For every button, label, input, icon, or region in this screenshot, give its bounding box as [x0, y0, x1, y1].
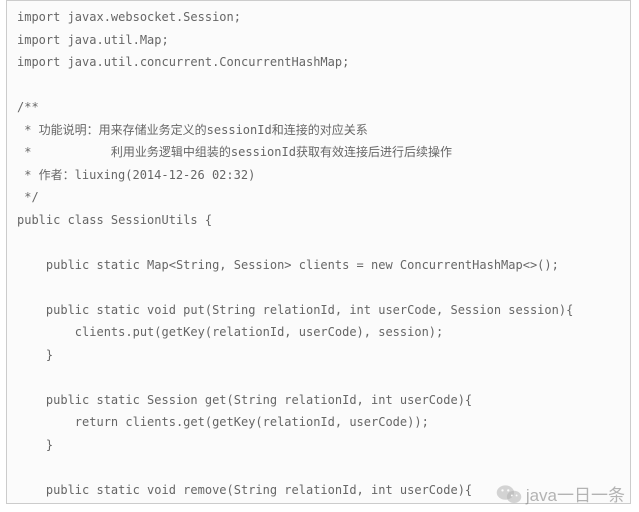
code-container: import javax.websocket.Session; import j…	[6, 0, 631, 504]
code-block: import javax.websocket.Session; import j…	[7, 1, 630, 504]
code-content: import javax.websocket.Session; import j…	[17, 10, 573, 504]
